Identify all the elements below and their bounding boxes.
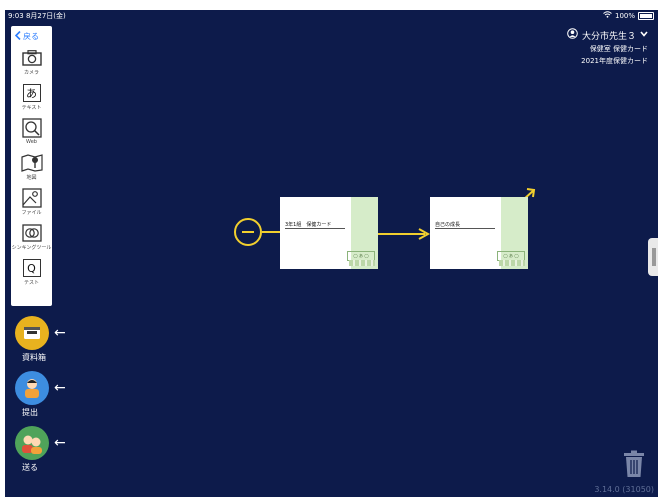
app-version: 3.14.0 (31050)	[594, 485, 654, 494]
trash-icon[interactable]	[623, 450, 645, 482]
card-title: 自己の成長	[435, 222, 461, 228]
app-window: 9:03 8月27日(金) 100% 戻る カメラ あ テキスト Web 地図 …	[5, 10, 658, 497]
card-underline	[435, 228, 495, 229]
card-1[interactable]: 3年1組 保健カード ◯ あ ◯	[280, 197, 378, 269]
card-grid	[499, 260, 525, 266]
card-underline	[285, 228, 345, 229]
card-2[interactable]: 自己の成長 ◯ あ ◯	[430, 197, 528, 269]
collapse-button[interactable]	[234, 218, 262, 246]
card-grid	[349, 260, 375, 266]
card-title: 3年1組 保健カード	[285, 222, 332, 228]
side-panel-handle[interactable]	[648, 238, 658, 276]
